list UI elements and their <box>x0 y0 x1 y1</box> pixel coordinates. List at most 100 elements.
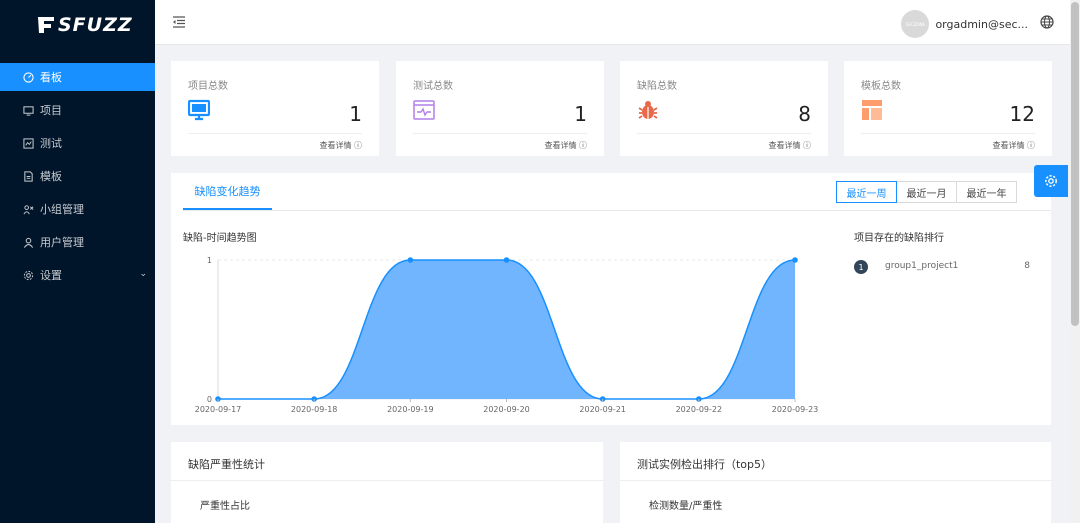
info-icon: ⓘ <box>354 141 362 150</box>
sidebar-item-label: 小组管理 <box>40 203 84 216</box>
view-details-label: 查看详情 <box>319 141 352 150</box>
panel-title: 缺陷严重性统计 <box>188 458 265 471</box>
range-week-button[interactable]: 最近一周 <box>836 181 897 203</box>
x-tick-label: 2020-09-18 <box>291 405 338 414</box>
globe-icon[interactable] <box>1040 15 1054 29</box>
sidebar-item-label: 测试 <box>40 137 62 150</box>
divider <box>188 133 362 134</box>
rank-defect-count: 8 <box>1024 261 1030 271</box>
sidebar-item-projects[interactable]: 项目 <box>0 96 155 124</box>
logo[interactable]: SFUZZ <box>36 10 133 40</box>
severity-stats-panel: 缺陷严重性统计 严重性占比 <box>171 442 603 523</box>
data-point <box>503 257 510 263</box>
divider <box>171 480 603 481</box>
scrollbar-thumb[interactable] <box>1071 2 1079 326</box>
view-details-label: 查看详情 <box>544 141 577 150</box>
chevron-down-icon: ⌄ <box>139 269 147 279</box>
range-month-button[interactable]: 最近一月 <box>896 181 957 203</box>
ranking-title: 项目存在的缺陷排行 <box>854 233 944 244</box>
stat-card-templates: 模板总数 12 查看详情 ⓘ <box>844 61 1052 156</box>
sidebar-item-team-management[interactable]: 小组管理 <box>0 195 155 223</box>
monitor-icon <box>188 99 210 121</box>
sidebar-item-label: 设置 <box>40 269 62 282</box>
x-tick-label: 2020-09-22 <box>676 405 723 414</box>
card-value: 1 <box>574 102 587 126</box>
gear-icon <box>1045 175 1057 187</box>
info-icon: ⓘ <box>803 141 811 150</box>
sidebar-item-label: 模板 <box>40 170 62 183</box>
avatar: SECZONE <box>901 10 930 38</box>
info-icon: ⓘ <box>579 141 587 150</box>
card-title: 模板总数 <box>861 81 901 92</box>
menu-fold-icon[interactable] <box>171 14 187 30</box>
stat-card-projects: 项目总数 1 查看详情 ⓘ <box>171 61 379 156</box>
test-window-icon <box>413 100 435 120</box>
y-tick-label: 1 <box>207 256 212 265</box>
divider <box>637 133 811 134</box>
card-title: 项目总数 <box>188 81 228 92</box>
view-details-link[interactable]: 查看详情 ⓘ <box>544 140 587 151</box>
stat-card-defects: 缺陷总数 8 查看详情 ⓘ <box>620 61 828 156</box>
view-details-label: 查看详情 <box>992 141 1025 150</box>
sidebar: SFUZZ 看板 项目 测试 模板 小组管理 用户管理 设置 ⌄ <box>0 0 155 523</box>
team-icon <box>22 203 34 215</box>
range-selector: 最近一周 最近一月 最近一年 <box>836 181 1017 203</box>
tab-divider <box>183 210 1051 211</box>
dashboard-icon <box>22 71 34 83</box>
file-icon <box>22 170 34 182</box>
top-header: SECZONE orgadmin@sec... <box>155 0 1080 45</box>
ranking-row[interactable]: 1 group1_project1 8 <box>854 260 1030 274</box>
brand-name: SFUZZ <box>58 14 133 36</box>
sidebar-item-templates[interactable]: 模板 <box>0 162 155 190</box>
sidebar-item-label: 看板 <box>40 71 62 84</box>
defect-trend-chart: 0 1 2020-09-17 2020-09-18 2020-09-19 2020-09-… <box>195 256 819 414</box>
bug-icon <box>638 101 658 119</box>
view-details-label: 查看详情 <box>768 141 801 150</box>
card-value: 1 <box>349 102 362 126</box>
user-menu[interactable]: SECZONE orgadmin@sec... <box>901 10 1028 38</box>
data-point <box>792 257 798 263</box>
template-icon <box>862 100 882 120</box>
sidebar-item-dashboard[interactable]: 看板 <box>0 63 155 91</box>
tab-defect-trend[interactable]: 缺陷变化趋势 <box>183 173 272 210</box>
test-icon <box>22 137 34 149</box>
card-value: 8 <box>798 102 811 126</box>
x-tick-label: 2020-09-20 <box>483 405 530 414</box>
page-scrollbar[interactable] <box>1070 0 1080 523</box>
card-value: 12 <box>1009 102 1035 126</box>
top5-test-panel: 测试实例检出排行（top5） 检测数量/严重性 <box>620 442 1051 523</box>
panel-subtitle: 严重性占比 <box>200 501 250 512</box>
sidebar-item-label: 项目 <box>40 104 62 117</box>
sidebar-item-tests[interactable]: 测试 <box>0 129 155 157</box>
rank-badge: 1 <box>854 260 868 274</box>
range-year-button[interactable]: 最近一年 <box>956 181 1017 203</box>
divider <box>620 480 1051 481</box>
x-tick-label: 2020-09-23 <box>772 405 819 414</box>
logo-mark-icon <box>38 17 54 33</box>
x-tick-label: 2020-09-21 <box>579 405 626 414</box>
sidebar-item-label: 用户管理 <box>40 236 84 249</box>
card-title: 缺陷总数 <box>637 81 677 92</box>
panel-title: 测试实例检出排行（top5） <box>637 458 773 471</box>
sidebar-item-settings[interactable]: 设置 ⌄ <box>0 261 155 289</box>
user-icon <box>22 236 34 248</box>
x-tick-label: 2020-09-17 <box>195 405 242 414</box>
card-title: 测试总数 <box>413 81 453 92</box>
data-point <box>407 257 414 263</box>
sidebar-item-user-management[interactable]: 用户管理 <box>0 228 155 256</box>
panel-subtitle: 检测数量/严重性 <box>649 501 723 512</box>
view-details-link[interactable]: 查看详情 ⓘ <box>319 140 362 151</box>
floating-settings-button[interactable] <box>1034 165 1068 197</box>
view-details-link[interactable]: 查看详情 ⓘ <box>768 140 811 151</box>
rank-project-name: group1_project1 <box>885 261 959 271</box>
defect-trend-panel: 缺陷变化趋势 最近一周 最近一月 最近一年 缺陷-时间趋势图 0 1 2020-09… <box>171 173 1051 425</box>
y-tick-label: 0 <box>207 395 212 404</box>
series-area <box>218 260 795 399</box>
view-details-link[interactable]: 查看详情 ⓘ <box>992 140 1035 151</box>
stat-card-tests: 测试总数 1 查看详情 ⓘ <box>396 61 604 156</box>
divider <box>413 133 587 134</box>
divider <box>861 133 1035 134</box>
x-tick-label: 2020-09-19 <box>387 405 434 414</box>
monitor-icon <box>22 104 34 116</box>
gear-icon <box>22 269 34 281</box>
